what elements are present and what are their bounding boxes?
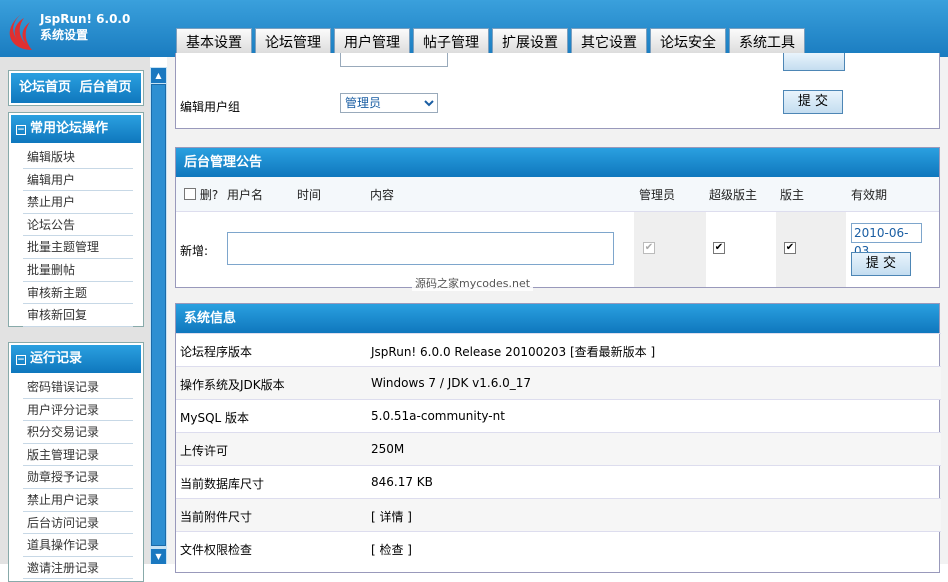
col-supermod: 超级版主: [709, 188, 758, 202]
col-time: 时间: [297, 188, 322, 202]
info-row: 当前数据库尺寸 846.17 KB: [176, 465, 941, 498]
prev-submit-stub: [783, 53, 845, 71]
admin-notice-title: 后台管理公告: [176, 148, 939, 177]
logs-header[interactable]: − 运行记录: [11, 345, 141, 373]
edit-group-panel: 编辑用户组 管理员 提 交: [175, 53, 940, 129]
system-info-panel: 系统信息 论坛程序版本 JspRun! 6.0.0 Release 2010020…: [175, 303, 941, 573]
tab-forum[interactable]: 论坛管理: [255, 28, 331, 56]
info-row: MySQL 版本 5.0.51a-community-nt: [176, 399, 941, 432]
info-row: 操作系统及JDK版本 Windows 7 / JDK v1.6.0_17: [176, 366, 941, 399]
sidebar-item-edit-users[interactable]: 编辑用户: [23, 169, 133, 192]
mod-checkbox[interactable]: ✔: [784, 242, 796, 254]
common-ops-header[interactable]: − 常用论坛操作: [11, 115, 141, 143]
edit-group-submit-button[interactable]: 提 交: [783, 90, 843, 114]
notice-new-row: 新增: ✔ ✔ ✔ 2010-06-03 提 交: [176, 211, 939, 287]
info-row: 当前附件尺寸[ 详情 ]: [176, 498, 941, 531]
system-info-title: 系统信息: [176, 304, 939, 333]
info-row: 论坛程序版本 JspRun! 6.0.0 Release 20100203 [查看…: [176, 333, 941, 366]
col-content: 内容: [370, 188, 395, 202]
forum-version[interactable]: JspRun! 6.0.0 Release 20100203 [查看最新版本 ]: [371, 343, 655, 360]
sidebar-scrollbar[interactable]: ▲ ▼: [150, 67, 167, 564]
collapse-icon[interactable]: −: [16, 355, 26, 365]
forum-home-link[interactable]: 论坛首页: [19, 80, 71, 95]
select-all-checkbox[interactable]: [184, 188, 196, 200]
sidebar: 论坛首页 后台首页 − 常用论坛操作 编辑版块 编辑用户 禁止用户 论坛公告 批量…: [0, 57, 150, 582]
sidebar-item-mod-log[interactable]: 版主管理记录: [23, 444, 133, 467]
top-bar: JspRun! 6.0.0 系统设置 基本设置 论坛管理 用户管理 帖子管理 扩…: [0, 0, 948, 57]
sidebar-item-ban-users[interactable]: 禁止用户: [23, 191, 133, 214]
admin-checkbox[interactable]: ✔: [643, 242, 655, 254]
info-row: 文件权限检查[ 检查 ]: [176, 531, 941, 564]
tab-tools[interactable]: 系统工具: [729, 28, 805, 56]
prev-select-stub: [340, 53, 448, 67]
scroll-thumb[interactable]: [151, 84, 166, 546]
admin-home-link[interactable]: 后台首页: [80, 80, 132, 95]
sidebar-item-password-errors[interactable]: 密码错误记录: [23, 376, 133, 399]
new-label: 新增:: [180, 244, 209, 258]
sidebar-item-magic-log[interactable]: 道具操作记录: [23, 534, 133, 557]
brand-subtitle: 系统设置: [40, 28, 89, 42]
scroll-down-icon[interactable]: ▼: [151, 549, 166, 564]
admin-notice-panel: 后台管理公告 删? 用户名 时间 内容 管理员 超级版主 版主 有效期 新增: …: [175, 147, 940, 288]
sidebar-item-rating-log[interactable]: 用户评分记录: [23, 399, 133, 422]
tab-extensions[interactable]: 扩展设置: [492, 28, 568, 56]
sidebar-item-medal-log[interactable]: 勋章授予记录: [23, 466, 133, 489]
notice-content-input[interactable]: [227, 232, 614, 265]
scroll-up-icon[interactable]: ▲: [151, 68, 166, 83]
common-ops-box: − 常用论坛操作 编辑版块 编辑用户 禁止用户 论坛公告 批量主题管理 批量删帖 …: [8, 112, 144, 327]
user-group-select[interactable]: 管理员: [340, 93, 438, 113]
sidebar-item-access-log[interactable]: 后台访问记录: [23, 512, 133, 535]
logs-box: − 运行记录 密码错误记录 用户评分记录 积分交易记录 版主管理记录 勋章授予记录…: [8, 342, 144, 582]
sidebar-item-ban-log[interactable]: 禁止用户记录: [23, 489, 133, 512]
tab-basic[interactable]: 基本设置: [176, 28, 252, 56]
col-username: 用户名: [227, 188, 264, 202]
sidebar-item-edit-forums[interactable]: 编辑版块: [23, 146, 133, 169]
col-delete: 删?: [199, 188, 219, 202]
sidebar-item-moderate-replies[interactable]: 审核新回复: [23, 304, 133, 327]
permission-check-link[interactable]: [ 检查 ]: [371, 541, 412, 558]
home-links: 论坛首页 后台首页: [8, 70, 144, 106]
sidebar-item-invite-log[interactable]: 邀请注册记录: [23, 557, 133, 580]
main-content: 编辑用户组 管理员 提 交 后台管理公告 删? 用户名 时间 内容 管理员 超级…: [167, 53, 948, 573]
brand-name: JspRun! 6.0.0: [40, 12, 131, 26]
valid-date-input[interactable]: 2010-06-03: [851, 223, 922, 258]
attachment-details-link[interactable]: [ 详情 ]: [371, 508, 412, 525]
supermod-checkbox[interactable]: ✔: [713, 242, 725, 254]
sidebar-item-moderate-threads[interactable]: 审核新主题: [23, 282, 133, 305]
sidebar-item-announcements[interactable]: 论坛公告: [23, 214, 133, 237]
jsprun-logo-icon: [9, 12, 32, 50]
tab-other[interactable]: 其它设置: [571, 28, 647, 56]
watermark-text: 源码之家mycodes.net: [412, 275, 534, 291]
sidebar-item-credit-log[interactable]: 积分交易记录: [23, 421, 133, 444]
collapse-icon[interactable]: −: [16, 125, 26, 135]
col-mod: 版主: [780, 188, 805, 202]
tab-security[interactable]: 论坛安全: [650, 28, 726, 56]
sidebar-item-batch-threads[interactable]: 批量主题管理: [23, 236, 133, 259]
edit-group-label: 编辑用户组: [180, 100, 241, 114]
notice-submit-button[interactable]: 提 交: [851, 252, 911, 276]
sidebar-item-batch-delete[interactable]: 批量删帖: [23, 259, 133, 282]
tab-posts[interactable]: 帖子管理: [413, 28, 489, 56]
col-valid: 有效期: [851, 188, 888, 202]
info-row: 上传许可 250M: [176, 432, 941, 465]
tab-users[interactable]: 用户管理: [334, 28, 410, 56]
col-admin: 管理员: [639, 188, 676, 202]
notice-header-row: 删? 用户名 时间 内容 管理员 超级版主 版主 有效期: [176, 177, 939, 211]
